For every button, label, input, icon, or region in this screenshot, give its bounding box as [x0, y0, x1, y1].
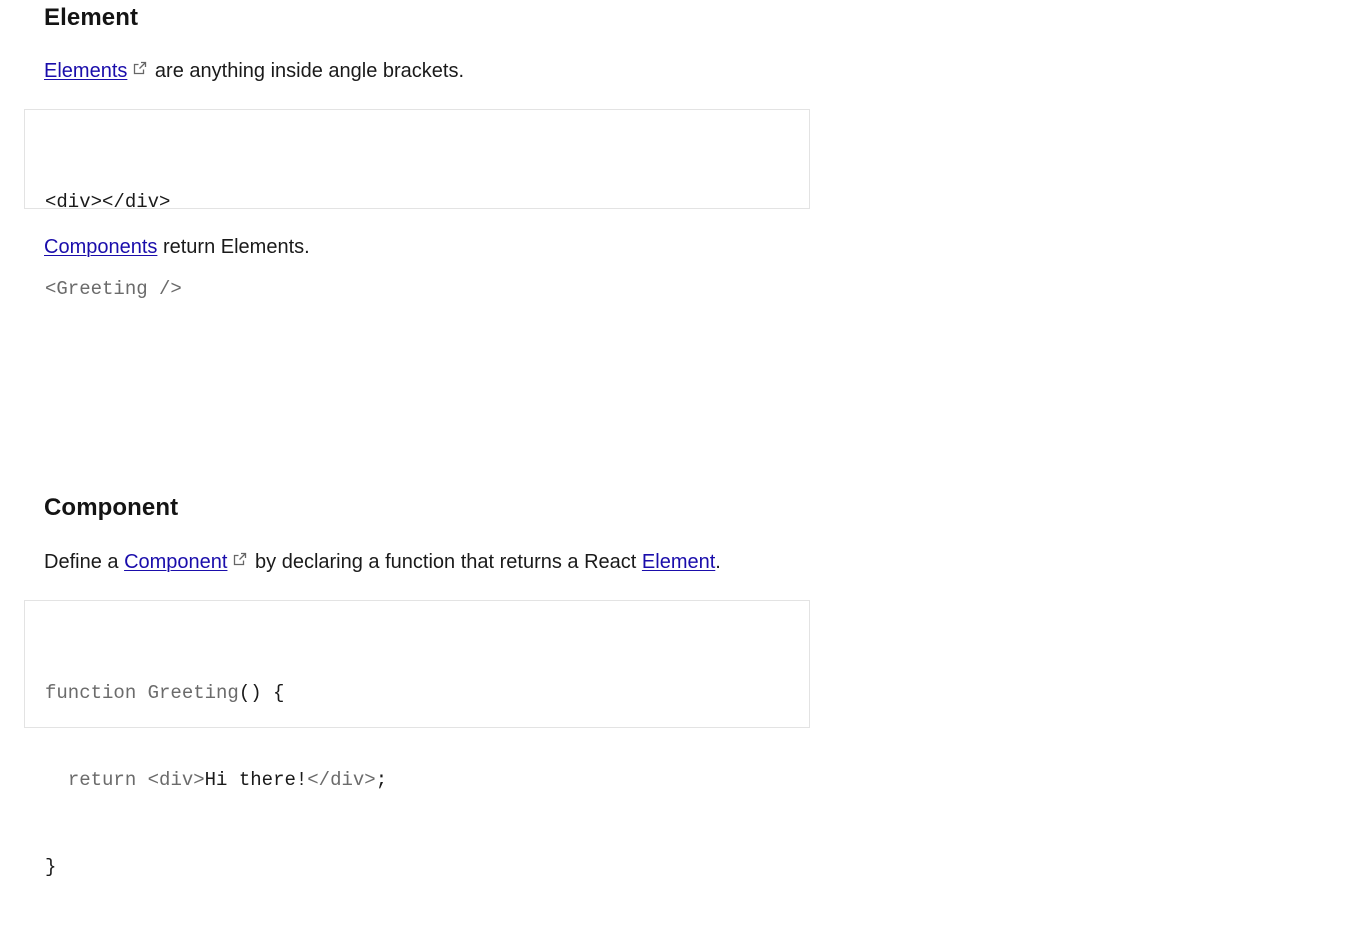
- code-line: function Greeting() {: [45, 679, 789, 708]
- code-line: <Greeting />: [45, 278, 182, 300]
- component-intro-text-before: Define a: [44, 551, 125, 573]
- element-code-block: <div></div> <Greeting />: [24, 109, 810, 300]
- element-link[interactable]: Element: [642, 551, 715, 573]
- elements-link[interactable]: Elements: [44, 60, 127, 82]
- component-code-block: function Greeting() { return <div>Hi the…: [24, 600, 810, 878]
- external-link-icon: [133, 61, 147, 75]
- code-line: }: [45, 856, 57, 878]
- component-heading: Component: [44, 494, 179, 521]
- external-link-icon: [233, 552, 247, 566]
- code-tag: <div>: [136, 769, 205, 791]
- code-text: Hi there!: [204, 769, 308, 791]
- code-function-name: Greeting: [136, 682, 239, 704]
- components-link[interactable]: Components: [44, 236, 157, 258]
- code-tag: </div>: [307, 769, 376, 791]
- element-heading: Element: [44, 4, 139, 31]
- code-line: <div></div>: [45, 191, 171, 213]
- element-outro-paragraph: Components return Elements.: [44, 234, 310, 260]
- element-intro-paragraph: Elements are anything inside angle brack…: [44, 58, 464, 84]
- component-link[interactable]: Component: [124, 551, 227, 573]
- code-punctuation: ;: [375, 769, 388, 791]
- code-keyword: return: [67, 769, 137, 791]
- component-intro-text-middle: by declaring a function that returns a R…: [249, 551, 642, 573]
- component-intro-paragraph: Define a Component by declaring a functi…: [44, 549, 721, 575]
- component-intro-text-after: .: [715, 551, 721, 573]
- element-intro-text: are anything inside angle brackets.: [149, 60, 465, 82]
- code-punctuation: () {: [238, 682, 285, 704]
- code-line: return <div>Hi there!</div>;: [45, 766, 789, 795]
- element-outro-text: return Elements.: [157, 236, 310, 258]
- code-keyword: function: [45, 682, 137, 704]
